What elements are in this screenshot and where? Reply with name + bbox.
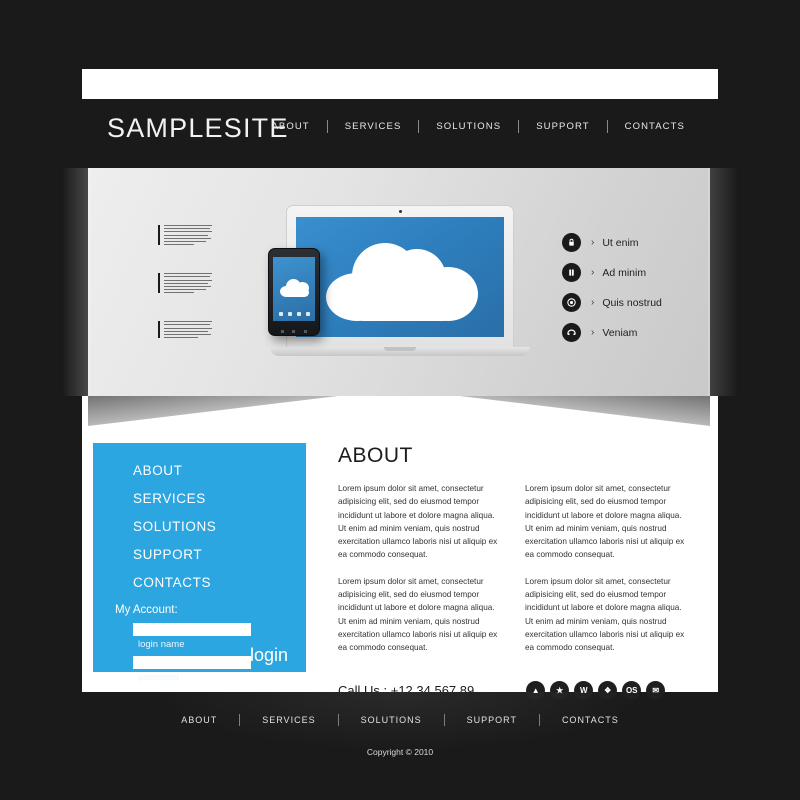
webcam-icon xyxy=(398,210,402,213)
chevron-right-icon: › xyxy=(591,266,595,278)
password-caption: password xyxy=(138,672,179,683)
paragraph: Lorem ipsum dolor sit amet, consectetur … xyxy=(525,576,685,653)
footer-item-about[interactable]: ABOUT xyxy=(159,715,239,725)
feature-label: Quis nostrud xyxy=(602,296,662,309)
wordpress-icon[interactable]: W xyxy=(574,681,594,701)
copyright-text: Copyright © 2010 xyxy=(366,747,434,757)
banner-left-shadow xyxy=(62,168,90,396)
phone-handset-icon xyxy=(562,323,581,342)
globe-icon[interactable]: ❖ xyxy=(598,681,618,701)
contact-row: Call Us : +12 34 567 89 ▲ ★ W ❖ OS ✉ xyxy=(338,681,690,701)
topnav-item-solutions[interactable]: SOLUTIONS xyxy=(419,121,518,132)
password-input[interactable] xyxy=(133,656,251,669)
target-icon xyxy=(562,293,581,312)
footer-item-support[interactable]: SUPPORT xyxy=(445,715,539,725)
footer-item-services[interactable]: SERVICES xyxy=(240,715,337,725)
feature-item-ut-enim[interactable]: › Ut enim xyxy=(562,228,662,257)
topnav-item-support[interactable]: SUPPORT xyxy=(519,121,606,132)
topnav-item-services[interactable]: SERVICES xyxy=(328,121,419,132)
feature-item-ad-minim[interactable]: › Ad minim xyxy=(562,258,662,287)
call-us-text: Call Us : +12 34 567 89 xyxy=(338,683,475,699)
cloud-icon xyxy=(280,279,310,297)
feature-item-quis-nostrud[interactable]: › Quis nostrud xyxy=(562,288,662,317)
laptop-notch xyxy=(384,347,416,351)
sidebar-item-solutions[interactable]: SOLUTIONS xyxy=(133,519,306,534)
feature-label: Ut enim xyxy=(602,236,639,249)
topnav-item-contacts[interactable]: CONTACTS xyxy=(608,121,702,132)
laptop-screen xyxy=(296,217,504,337)
banner-text-block xyxy=(158,273,212,294)
text-column-left: Lorem ipsum dolor sit amet, consectetur … xyxy=(338,482,503,667)
laptop-lid xyxy=(286,205,514,348)
topnav-item-about[interactable]: ABOUT xyxy=(254,121,326,132)
cloud-icon xyxy=(326,243,478,321)
laptop-illustration xyxy=(270,205,530,356)
phone-app-icons xyxy=(276,312,312,316)
sidebar-item-about[interactable]: ABOUT xyxy=(133,463,306,478)
sidebar-item-support[interactable]: SUPPORT xyxy=(133,547,306,562)
chevron-right-icon: › xyxy=(591,236,595,248)
feature-label: Ad minim xyxy=(602,266,647,279)
star-icon[interactable]: ★ xyxy=(550,681,570,701)
top-white-bar xyxy=(82,69,718,99)
paragraph: Lorem ipsum dolor sit amet, consectetur … xyxy=(338,484,498,560)
banner-feature-list: › Ut enim › Ad minim › Quis nostrud › Ve… xyxy=(562,228,662,347)
my-account-label: My Account: xyxy=(115,604,178,616)
sidebar-item-contacts[interactable]: CONTACTS xyxy=(133,575,306,590)
paragraph: Lorem ipsum dolor sit amet, consectetur … xyxy=(338,576,498,653)
banner-text-blocks xyxy=(158,225,212,366)
chevron-right-icon: › xyxy=(591,296,595,308)
banner-text-block xyxy=(158,321,212,339)
email-icon[interactable]: ✉ xyxy=(646,681,666,701)
social-icon-list: ▲ ★ W ❖ OS ✉ xyxy=(526,681,666,701)
chevron-right-icon: › xyxy=(591,326,595,338)
digg-icon[interactable]: ▲ xyxy=(526,681,546,701)
phone-hardware-keys xyxy=(277,330,311,333)
lock-icon xyxy=(562,233,581,252)
sidebar: ABOUT SERVICES SOLUTIONS SUPPORT CONTACT… xyxy=(93,443,306,683)
phone-screen xyxy=(273,257,315,321)
text-column-right: Lorem ipsum dolor sit amet, consectetur … xyxy=(525,482,690,667)
text-columns: Lorem ipsum dolor sit amet, consectetur … xyxy=(338,482,690,667)
feature-label: Veniam xyxy=(602,326,638,339)
oshare-icon[interactable]: OS xyxy=(622,681,642,701)
book-icon xyxy=(562,263,581,282)
footer-item-contacts[interactable]: CONTACTS xyxy=(540,715,641,725)
footer-item-solutions[interactable]: SOLUTIONS xyxy=(339,715,444,725)
sidebar-item-services[interactable]: SERVICES xyxy=(133,491,306,506)
feature-item-veniam[interactable]: › Veniam xyxy=(562,318,662,347)
main-content: ABOUT Lorem ipsum dolor sit amet, consec… xyxy=(338,444,690,701)
smartphone-illustration xyxy=(268,248,320,336)
login-name-input[interactable] xyxy=(133,623,251,636)
primary-navigation: ABOUT SERVICES SOLUTIONS SUPPORT CONTACT… xyxy=(254,120,702,133)
paragraph: Lorem ipsum dolor sit amet, consectetur … xyxy=(525,484,685,560)
site-header: SAMPLESITE ABOUT SERVICES SOLUTIONS SUPP… xyxy=(82,99,718,167)
banner-right-shadow xyxy=(708,168,738,396)
page-title: ABOUT xyxy=(338,444,413,467)
banner-text-block xyxy=(158,225,212,246)
content-card: ABOUT SERVICES SOLUTIONS SUPPORT CONTACT… xyxy=(82,396,718,701)
login-button[interactable]: login xyxy=(250,645,288,666)
sidebar-navigation: ABOUT SERVICES SOLUTIONS SUPPORT CONTACT… xyxy=(93,443,306,590)
footer-navigation: ABOUT SERVICES SOLUTIONS SUPPORT CONTACT… xyxy=(0,714,800,726)
